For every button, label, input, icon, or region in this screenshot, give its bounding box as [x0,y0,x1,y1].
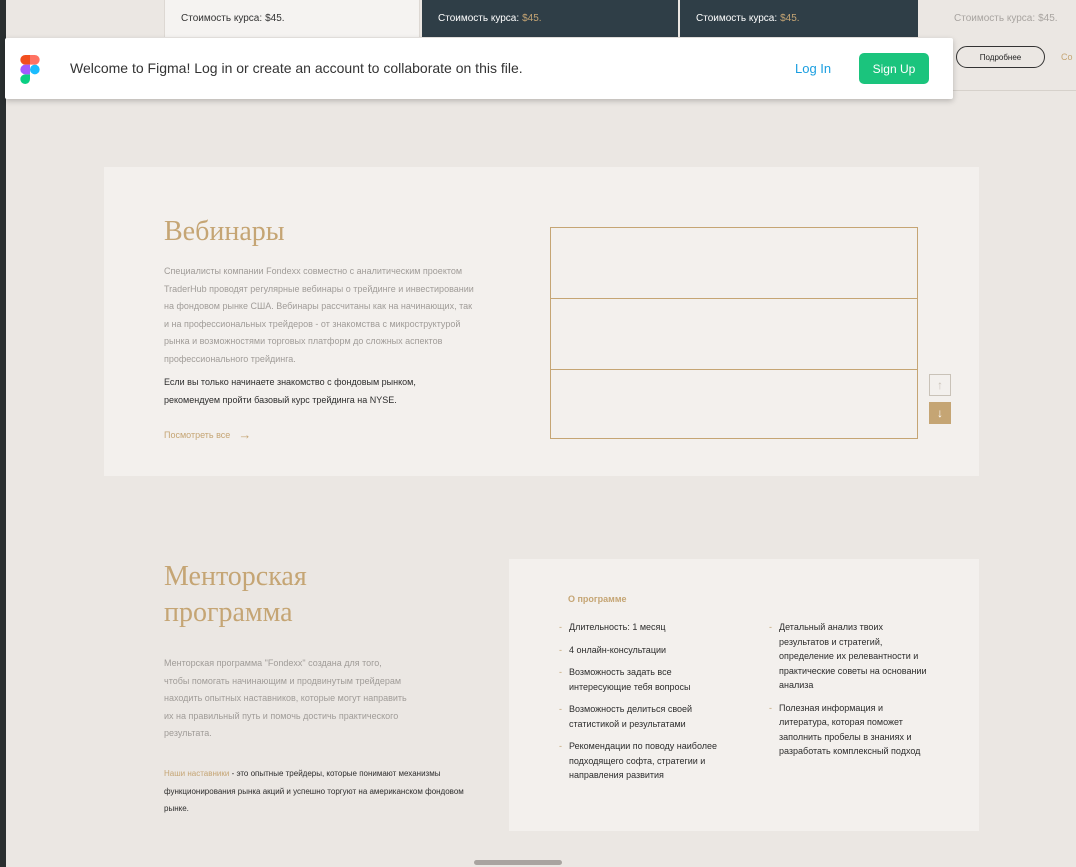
course-card: Стоимость курса: $45. [164,0,420,37]
figma-welcome-banner: Welcome to Figma! Log in or create an ac… [5,38,953,99]
list-item: Полезная информация и литература, котора… [769,701,929,759]
course-price-label: Стоимость курса: [181,13,263,24]
arrow-up-icon: ↑ [937,378,943,392]
mentor-note: Наши наставники - это опытные трейдеры, … [164,765,474,818]
mentor-title: Менторская программа [164,561,307,629]
webinars-section: Вебинары Специалисты компании Fondexx со… [104,167,979,476]
webinars-title: Вебинары [164,216,285,247]
list-item: Возможность задать все интересующие тебя… [559,665,719,694]
webinar-slot[interactable] [551,370,917,440]
course-card: Стоимость курса: $45. [680,0,918,37]
horizontal-scrollbar[interactable] [474,860,562,865]
more-link[interactable]: Со [1061,52,1073,62]
figma-logo-icon [20,55,40,84]
arrow-down-icon: ↓ [937,406,943,420]
signup-button[interactable]: Sign Up [859,53,929,84]
slider-down-button[interactable]: ↓ [929,402,951,424]
course-price-value: $45. [1038,13,1058,24]
course-price-value: $45. [522,13,542,24]
list-item: Детальный анализ твоих результатов и стр… [769,620,929,693]
see-all-link[interactable]: Посмотреть все → [164,427,251,442]
banner-message: Welcome to Figma! Log in or create an ac… [70,60,523,76]
course-price-value: $45. [780,13,800,24]
slider-up-button[interactable]: ↑ [929,374,951,396]
webinars-description: Специалисты компании Fondexx совместно с… [164,266,474,364]
see-all-label: Посмотреть все [164,429,231,440]
program-list-left: Длительность: 1 месяц 4 онлайн-консульта… [559,620,719,791]
webinar-slot[interactable] [551,299,917,370]
figma-canvas: Стоимость курса: $45. Стоимость курса: $… [6,0,1076,867]
list-item: Рекомендации по поводу наиболее подходящ… [559,739,719,783]
course-card: Стоимость курса: $45. [938,0,1076,37]
login-link[interactable]: Log In [795,61,831,76]
divider [936,90,1076,91]
list-item: 4 онлайн-консультации [559,643,719,658]
list-item: Длительность: 1 месяц [559,620,719,635]
course-price-label: Стоимость курса: [954,13,1036,24]
mentor-description: Менторская программа "Fondexx" создана д… [164,658,407,738]
program-card: О программе Длительность: 1 месяц 4 онла… [509,559,979,831]
program-heading: О программе [568,594,627,604]
mentors-link[interactable]: Наши наставники [164,769,229,778]
webinar-slider [550,227,918,439]
list-item: Возможность делиться своей статистикой и… [559,702,719,731]
course-price-label: Стоимость курса: [438,13,520,24]
course-price-value: $45. [265,13,285,24]
program-list-right: Детальный анализ твоих результатов и стр… [769,620,929,767]
course-price-label: Стоимость курса: [696,13,778,24]
arrow-right-icon: → [238,427,252,442]
course-card: Стоимость курса: $45. [422,0,678,37]
webinar-slot[interactable] [551,228,917,299]
webinars-recommendation: Если вы только начинаете знакомство с фо… [164,377,416,405]
more-details-button[interactable]: Подробнее [956,46,1045,68]
